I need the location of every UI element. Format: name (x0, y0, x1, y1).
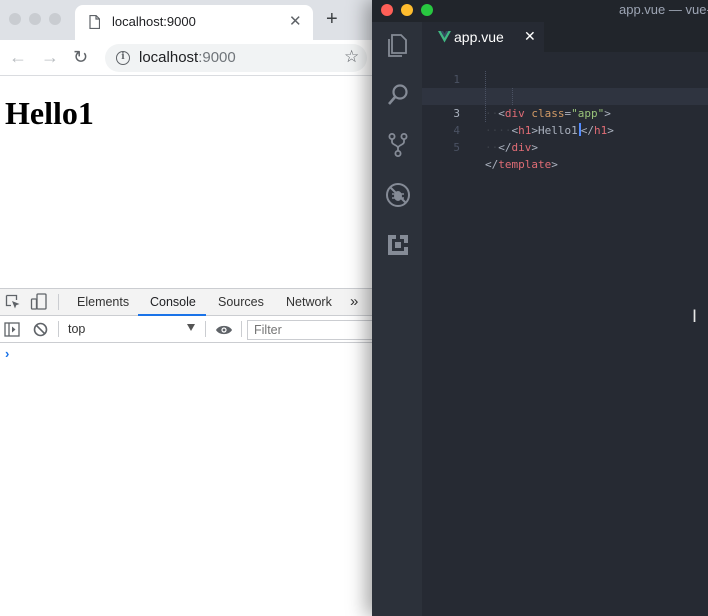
extensions-icon[interactable] (385, 232, 411, 258)
tab-network[interactable]: Network (286, 295, 332, 309)
eye-icon[interactable] (215, 324, 233, 336)
window-close-button[interactable] (381, 4, 393, 16)
browser-toolbar: ← → ↻ i localhost:9000 ☆ (0, 40, 372, 76)
url-text: localhost:9000 (139, 49, 236, 66)
page-icon (89, 15, 100, 29)
source-control-icon[interactable] (385, 132, 411, 158)
window-minimize-button[interactable] (29, 13, 41, 25)
inspect-element-icon[interactable] (5, 294, 21, 310)
window-zoom-button[interactable] (421, 4, 433, 16)
reload-button[interactable]: ↻ (73, 47, 88, 67)
editor-tab-app-vue[interactable]: app.vue ✕ (422, 22, 544, 52)
url-port: :9000 (198, 49, 236, 66)
console-separator (205, 321, 206, 337)
browser-window: localhost:9000 ✕ + ← → ↻ i localhost:900… (0, 0, 372, 616)
line-text: ··</div> (485, 141, 538, 154)
line-number: 5 (453, 141, 460, 154)
filter-input[interactable] (247, 320, 372, 340)
info-icon[interactable]: i (116, 51, 130, 65)
chevron-down-icon[interactable] (187, 324, 195, 331)
editor-title-bar: app.vue — vue- (372, 0, 708, 22)
browser-tab[interactable]: localhost:9000 ✕ (75, 5, 313, 40)
code-line[interactable]: 1 <template> (422, 54, 708, 103)
active-tab-indicator (138, 314, 206, 316)
tab-sources[interactable]: Sources (218, 295, 264, 309)
address-bar[interactable]: i localhost:9000 ☆ (105, 44, 367, 72)
activity-bar (372, 22, 422, 616)
window-title: app.vue — vue- (619, 2, 708, 17)
back-button[interactable]: ← (9, 47, 27, 67)
line-text: </template> (485, 158, 558, 171)
indent-guide (512, 88, 513, 105)
editor-tab-bar: app.vue ✕ (422, 22, 708, 52)
vue-icon (438, 31, 451, 43)
window-zoom-button[interactable] (49, 13, 61, 25)
code-area[interactable]: 1 <template> 2 ··<div class="app"> 3 ···… (422, 52, 708, 616)
editor-tab-title: app.vue (454, 29, 504, 45)
context-selector[interactable]: top (68, 322, 85, 336)
clear-console-icon[interactable] (33, 322, 48, 337)
console-separator (241, 321, 242, 337)
more-tabs-button[interactable]: » (350, 293, 358, 310)
devtools-separator (58, 294, 59, 310)
page-heading: Hello1 (5, 95, 94, 131)
mouse-ibeam-cursor: I (692, 307, 698, 327)
tab-elements[interactable]: Elements (77, 295, 129, 309)
tab-console[interactable]: Console (150, 295, 196, 309)
code-line[interactable]: 5 </template> (422, 122, 708, 171)
new-tab-button[interactable]: + (326, 9, 338, 29)
console-separator (58, 321, 59, 337)
url-host: localhost (139, 49, 199, 66)
code-line[interactable]: 2 ··<div class="app"> (422, 71, 708, 120)
code-line[interactable]: 4 ··</div> (422, 105, 708, 154)
device-toolbar-icon[interactable] (30, 293, 48, 311)
console-toolbar: top (0, 317, 372, 343)
window-minimize-button[interactable] (401, 4, 413, 16)
close-tab-icon[interactable]: ✕ (289, 12, 302, 30)
files-icon[interactable] (385, 32, 411, 58)
window-close-button[interactable] (9, 13, 21, 25)
debug-icon[interactable] (385, 182, 411, 208)
browser-tab-title: localhost:9000 (112, 14, 196, 29)
devtools-tab-bar: Elements Console Sources Network » (0, 289, 372, 316)
code-editor-window: app.vue — vue- app.vue ✕ 1 ··<div class=… (372, 0, 708, 616)
page-content: Hello1 (0, 77, 372, 288)
close-tab-icon[interactable]: ✕ (524, 28, 536, 45)
bookmark-star-icon[interactable]: ☆ (344, 47, 359, 67)
sidebar-toggle-icon[interactable] (4, 322, 20, 337)
devtools-panel: Elements Console Sources Network » top F… (0, 288, 372, 616)
forward-button[interactable]: → (41, 47, 59, 67)
search-icon[interactable] (385, 82, 411, 108)
console-prompt[interactable]: › (5, 346, 9, 361)
indent-guide (485, 71, 486, 122)
code-line-current[interactable]: 3 ····<h1>Hello1 </h1> (422, 88, 708, 137)
browser-tab-strip: localhost:9000 ✕ + (0, 0, 372, 40)
